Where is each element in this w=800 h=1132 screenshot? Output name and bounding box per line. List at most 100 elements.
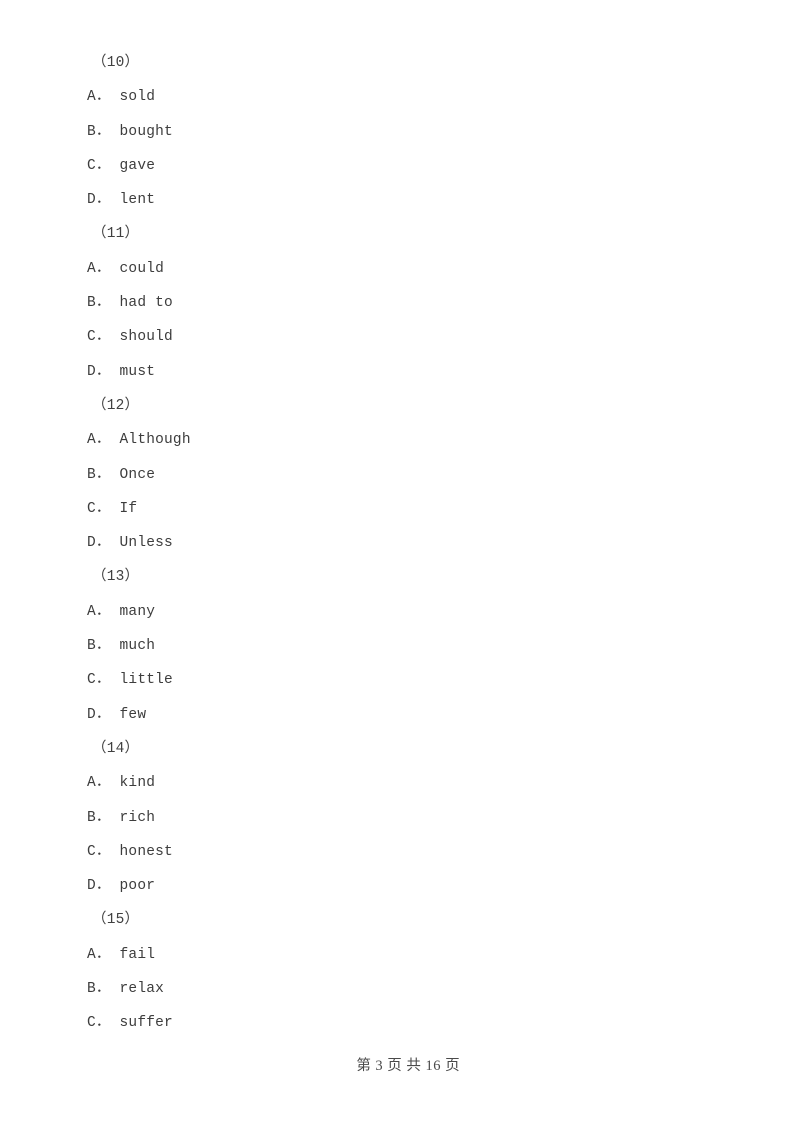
option-text: honest xyxy=(119,843,173,860)
option-text: bought xyxy=(119,123,173,140)
option-gap xyxy=(111,1015,120,1031)
option-gap xyxy=(111,707,120,723)
option-gap xyxy=(111,89,120,105)
option-letter: D xyxy=(87,878,96,895)
option-text: few xyxy=(119,706,147,723)
option-gap xyxy=(111,810,120,826)
page-footer: 第 3 页 共 16 页 xyxy=(0,1030,800,1102)
option-separator: ． xyxy=(95,89,111,106)
answer-option[interactable]: B． relax xyxy=(0,972,800,1006)
answer-option[interactable]: A． could xyxy=(0,252,800,286)
option-separator: ． xyxy=(95,535,111,552)
question-number: （12） xyxy=(92,397,140,414)
option-letter: C xyxy=(87,500,96,517)
option-text: poor xyxy=(119,878,156,895)
option-letter: C xyxy=(87,329,96,346)
answer-option[interactable]: D． lent xyxy=(0,183,800,217)
option-gap xyxy=(111,467,120,483)
option-letter: C xyxy=(87,1015,96,1032)
option-gap xyxy=(111,124,120,140)
option-letter: B xyxy=(87,809,96,826)
option-separator: ． xyxy=(95,706,111,723)
question-group: （14） A． kind B． rich C． honest D． poor xyxy=(0,732,800,903)
option-letter: B xyxy=(87,466,96,483)
option-letter: C xyxy=(87,843,96,860)
option-separator: ． xyxy=(95,946,111,963)
option-text: relax xyxy=(119,981,165,998)
answer-option[interactable]: B． Once xyxy=(0,458,800,492)
option-separator: ． xyxy=(95,363,111,380)
option-letter: B xyxy=(87,295,96,312)
option-text: could xyxy=(119,260,165,277)
answer-option[interactable]: D． poor xyxy=(0,869,800,903)
option-separator: ． xyxy=(95,843,111,860)
option-text: gave xyxy=(119,157,156,174)
document-page: （10） A． sold B． bought C． gave D． lent （11） A．… xyxy=(0,0,800,1132)
option-letter: B xyxy=(87,638,96,655)
answer-option[interactable]: D． must xyxy=(0,355,800,389)
option-gap xyxy=(111,432,120,448)
answer-option[interactable]: B． had to xyxy=(0,286,800,320)
option-separator: ． xyxy=(95,878,111,895)
option-separator: ． xyxy=(95,775,111,792)
answer-option[interactable]: A． Although xyxy=(0,423,800,457)
option-separator: ． xyxy=(95,329,111,346)
option-letter: A xyxy=(87,432,96,449)
answer-option[interactable]: D． few xyxy=(0,698,800,732)
answer-option[interactable]: B． much xyxy=(0,629,800,663)
question-group: （10） A． sold B． bought C． gave D． lent xyxy=(0,46,800,217)
option-separator: ． xyxy=(95,981,111,998)
option-gap xyxy=(111,878,120,894)
option-letter: A xyxy=(87,946,96,963)
option-separator: ． xyxy=(95,123,111,140)
answer-option[interactable]: A． fail xyxy=(0,938,800,972)
option-text: Unless xyxy=(119,535,173,552)
answer-option[interactable]: C． should xyxy=(0,320,800,354)
option-text: If xyxy=(119,500,138,517)
answer-option[interactable]: A． many xyxy=(0,595,800,629)
question-group: （11） A． could B． had to C． should D． must xyxy=(0,217,800,388)
answer-option[interactable]: D． Unless xyxy=(0,526,800,560)
option-gap xyxy=(111,604,120,620)
question-group: （13） A． many B． much C． little D． few xyxy=(0,560,800,731)
option-letter: D xyxy=(87,363,96,380)
option-gap xyxy=(111,158,120,174)
option-separator: ． xyxy=(95,672,111,689)
option-gap xyxy=(111,844,120,860)
option-separator: ． xyxy=(95,500,111,517)
option-text: sold xyxy=(119,89,156,106)
answer-option[interactable]: B． bought xyxy=(0,115,800,149)
question-number: （15） xyxy=(92,912,140,929)
option-letter: A xyxy=(87,260,96,277)
option-gap xyxy=(111,535,120,551)
answer-option[interactable]: C． If xyxy=(0,492,800,526)
answer-option[interactable]: A． sold xyxy=(0,80,800,114)
answer-option[interactable]: C． honest xyxy=(0,835,800,869)
answer-option[interactable]: B． rich xyxy=(0,801,800,835)
option-letter: C xyxy=(87,157,96,174)
page-indicator: 第 3 页 共 16 页 xyxy=(356,1058,461,1074)
option-separator: ． xyxy=(95,157,111,174)
option-letter: A xyxy=(87,89,96,106)
option-text: suffer xyxy=(119,1015,173,1032)
option-separator: ． xyxy=(95,466,111,483)
option-text: fail xyxy=(119,946,156,963)
option-separator: ． xyxy=(95,638,111,655)
question-list: （10） A． sold B． bought C． gave D． lent （11） A．… xyxy=(0,0,800,1041)
option-text: rich xyxy=(119,809,156,826)
option-separator: ． xyxy=(95,295,111,312)
option-gap xyxy=(111,775,120,791)
answer-option[interactable]: A． kind xyxy=(0,766,800,800)
question-number: （13） xyxy=(92,569,140,586)
option-separator: ． xyxy=(95,432,111,449)
option-gap xyxy=(111,501,120,517)
option-gap xyxy=(111,261,120,277)
answer-option[interactable]: C． gave xyxy=(0,149,800,183)
option-letter: B xyxy=(87,123,96,140)
answer-option[interactable]: C． little xyxy=(0,663,800,697)
option-text: should xyxy=(119,329,173,346)
question-group: （12） A． Although B． Once C． If D． Unless xyxy=(0,389,800,560)
option-letter: A xyxy=(87,775,96,792)
question-number: （11） xyxy=(92,226,140,243)
option-letter: B xyxy=(87,981,96,998)
